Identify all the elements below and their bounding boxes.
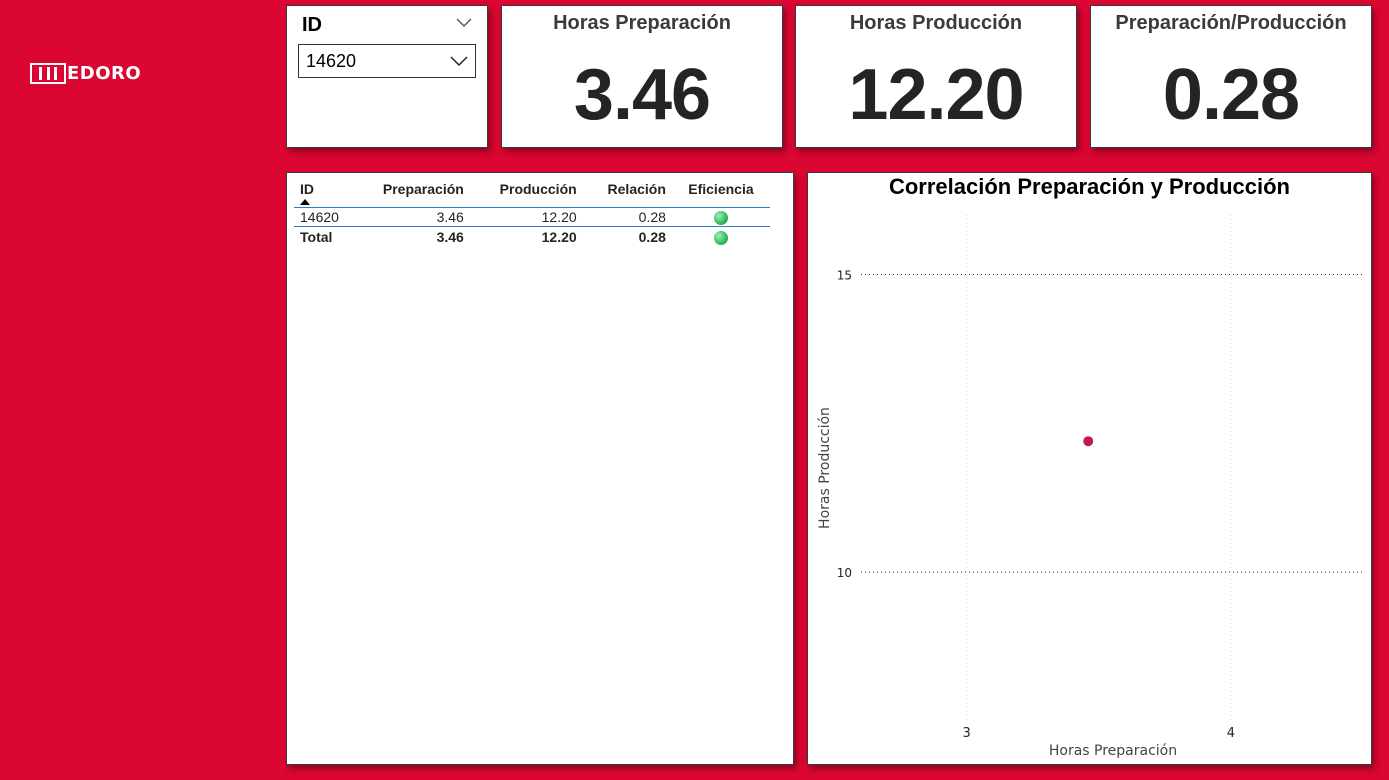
cell-eficiencia [672,208,770,227]
table-header-row: ID Preparación Producción Relación Efici… [294,179,770,208]
kpi-title: Preparación/Producción [1115,12,1347,34]
table-row[interactable]: 14620 3.46 12.20 0.28 [294,208,770,227]
kpi-ratio: Preparación/Producción 0.28 [1090,5,1372,148]
dropdown-value: 14620 [306,50,357,71]
y-tick-label: 15 [837,269,852,283]
total-eficiencia [672,227,770,246]
chevron-down-icon[interactable] [456,18,472,28]
data-point [1083,436,1094,447]
logo-text: EDORO [67,63,142,84]
column-header-relacion[interactable]: Relación [583,179,672,208]
column-header-eficiencia[interactable]: Eficiencia [672,179,770,208]
cell-id: 14620 [300,209,339,226]
chevron-down-icon [450,56,468,67]
y-tick-label: 10 [837,566,852,580]
cell-preparacion: 3.46 [436,209,464,226]
cell-produccion: 12.20 [541,209,577,226]
y-axis-title: Horas Producción [817,407,833,529]
x-tick-label: 4 [1227,726,1235,741]
id-slicer: ID 14620 [286,5,488,148]
logo-mark-icon [30,63,66,84]
kpi-value: 3.46 [573,55,711,135]
kpi-title: Horas Preparación [553,12,731,34]
total-label: Total [300,228,333,245]
kpi-title: Horas Producción [849,12,1023,34]
cell-relacion: 0.28 [638,209,666,226]
column-header-id[interactable]: ID [294,179,352,208]
status-green-dot-icon [713,211,728,226]
kpi-horas-preparacion: Horas Preparación 3.46 [501,5,783,148]
data-table: ID Preparación Producción Relación Efici… [294,179,770,246]
total-produccion: 12.20 [541,228,577,245]
column-header-produccion[interactable]: Producción [470,179,583,208]
x-tick-label: 3 [963,726,971,741]
table-total-row: Total 3.46 12.20 0.28 [294,227,770,246]
kpi-horas-produccion: Horas Producción 12.20 [795,5,1077,148]
id-dropdown[interactable]: 14620 [298,44,476,78]
data-table-card: ID Preparación Producción Relación Efici… [286,172,794,765]
total-preparacion: 3.46 [436,228,464,245]
scatter-chart: 3 4 10 15 Horas Preparación Horas Producción [817,215,1363,759]
kpi-value: 12.20 [848,55,1024,135]
kpi-value: 0.28 [1162,55,1300,135]
scatter-chart-card: Correlación Preparación y Producción 341… [807,172,1372,765]
column-header-preparacion[interactable]: Preparación [352,179,470,208]
status-green-dot-icon [713,230,728,245]
slicer-title: ID [302,14,322,36]
total-relacion: 0.28 [638,228,666,245]
x-axis-title: Horas Preparación [1049,743,1177,759]
sort-ascending-icon [300,199,310,205]
company-logo: EDORO [30,63,141,84]
